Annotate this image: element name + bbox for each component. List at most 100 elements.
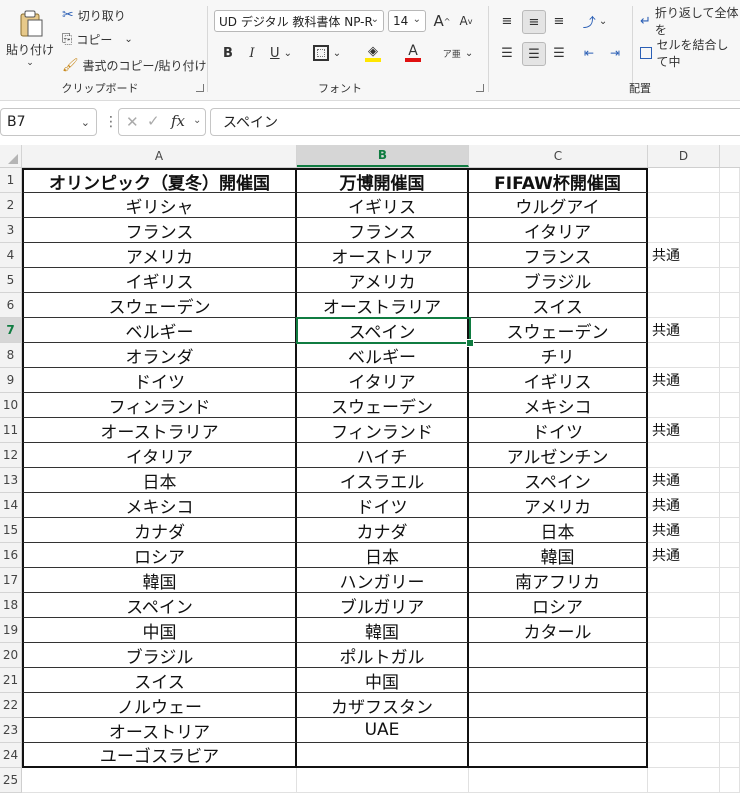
cell-A25[interactable] — [22, 768, 297, 793]
cell-C18[interactable]: ロシア — [469, 593, 648, 618]
align-center-button[interactable]: ☰ — [522, 42, 546, 66]
font-color-button[interactable]: A — [396, 42, 430, 64]
cell-A17[interactable]: 韓国 — [22, 568, 297, 593]
cell-E17[interactable] — [720, 568, 740, 593]
cell-D8[interactable] — [648, 343, 720, 368]
cell-A15[interactable]: カナダ — [22, 518, 297, 543]
merge-center-button[interactable]: セルを結合して中 — [640, 38, 740, 69]
cell-D1[interactable] — [648, 168, 720, 193]
cell-A3[interactable]: フランス — [22, 218, 297, 243]
column-header-b[interactable]: B — [297, 145, 469, 167]
cell-D4[interactable]: 共通 — [648, 243, 720, 268]
cell-B24[interactable] — [297, 743, 469, 768]
align-top-button[interactable]: ≡ — [496, 10, 518, 32]
cell-A9[interactable]: ドイツ — [22, 368, 297, 393]
cell-D10[interactable] — [648, 393, 720, 418]
cell-E23[interactable] — [720, 718, 740, 743]
row-header[interactable]: 16 — [0, 543, 22, 568]
borders-button[interactable]: ⌄ — [310, 42, 344, 64]
cell-A2[interactable]: ギリシャ — [22, 193, 297, 218]
decrease-indent-button[interactable]: ⇤ — [578, 42, 600, 64]
cell-B8[interactable]: ベルギー — [297, 343, 469, 368]
cell-B6[interactable]: オーストラリア — [297, 293, 469, 318]
cell-A16[interactable]: ロシア — [22, 543, 297, 568]
cell-A19[interactable]: 中国 — [22, 618, 297, 643]
cell-D22[interactable] — [648, 693, 720, 718]
row-header[interactable]: 2 — [0, 193, 22, 218]
cell-B3[interactable]: フランス — [297, 218, 469, 243]
enter-icon[interactable]: ✓ — [147, 112, 160, 130]
cell-C5[interactable]: ブラジル — [469, 268, 648, 293]
cell-B12[interactable]: ハイチ — [297, 443, 469, 468]
cell-E9[interactable] — [720, 368, 740, 393]
row-header[interactable]: 10 — [0, 393, 22, 418]
column-header-e[interactable] — [720, 145, 740, 167]
cell-B4[interactable]: オーストリア — [297, 243, 469, 268]
cell-E11[interactable] — [720, 418, 740, 443]
cell-D17[interactable] — [648, 568, 720, 593]
cell-D12[interactable] — [648, 443, 720, 468]
cell-D13[interactable]: 共通 — [648, 468, 720, 493]
cell-B21[interactable]: 中国 — [297, 668, 469, 693]
row-header[interactable]: 21 — [0, 668, 22, 693]
cell-A7[interactable]: ベルギー — [22, 318, 297, 343]
cell-C20[interactable] — [469, 643, 648, 668]
fill-color-button[interactable]: ◈ — [356, 42, 390, 64]
column-header-a[interactable]: A — [22, 145, 297, 167]
cell-C10[interactable]: メキシコ — [469, 393, 648, 418]
cell-E8[interactable] — [720, 343, 740, 368]
cell-D14[interactable]: 共通 — [648, 493, 720, 518]
cell-A21[interactable]: スイス — [22, 668, 297, 693]
cell-D24[interactable] — [648, 743, 720, 768]
cancel-icon[interactable]: ✕ — [126, 113, 139, 131]
cell-E13[interactable] — [720, 468, 740, 493]
row-header[interactable]: 25 — [0, 768, 22, 793]
row-header[interactable]: 6 — [0, 293, 22, 318]
cell-D23[interactable] — [648, 718, 720, 743]
row-header[interactable]: 13 — [0, 468, 22, 493]
cell-A13[interactable]: 日本 — [22, 468, 297, 493]
row-header[interactable]: 4 — [0, 243, 22, 268]
formula-input[interactable]: スペイン — [210, 108, 740, 136]
row-header[interactable]: 3 — [0, 218, 22, 243]
cell-C9[interactable]: イギリス — [469, 368, 648, 393]
row-header[interactable]: 15 — [0, 518, 22, 543]
insert-function-icon[interactable]: fx — [171, 112, 185, 130]
row-header[interactable]: 11 — [0, 418, 22, 443]
cell-D19[interactable] — [648, 618, 720, 643]
cell-C13[interactable]: スペイン — [469, 468, 648, 493]
row-header[interactable]: 1 — [0, 168, 22, 193]
cell-E7[interactable] — [720, 318, 740, 343]
row-header[interactable]: 12 — [0, 443, 22, 468]
cell-A11[interactable]: オーストラリア — [22, 418, 297, 443]
cell-A18[interactable]: スペイン — [22, 593, 297, 618]
cell-E2[interactable] — [720, 193, 740, 218]
phonetic-button[interactable]: ア亜 ⌄ — [442, 42, 474, 64]
cell-B7[interactable]: スペイン — [297, 318, 469, 343]
cell-E15[interactable] — [720, 518, 740, 543]
increase-indent-button[interactable]: ⇥ — [604, 42, 626, 64]
row-header[interactable]: 17 — [0, 568, 22, 593]
cell-D6[interactable] — [648, 293, 720, 318]
cell-C6[interactable]: スイス — [469, 293, 648, 318]
cell-E21[interactable] — [720, 668, 740, 693]
cell-E22[interactable] — [720, 693, 740, 718]
cell-C17[interactable]: 南アフリカ — [469, 568, 648, 593]
row-header[interactable]: 14 — [0, 493, 22, 518]
cut-button[interactable]: ✂ 切り取り — [62, 6, 126, 24]
wrap-text-button[interactable]: ↵ 折り返して全体を — [640, 6, 740, 37]
italic-button[interactable]: I — [242, 42, 262, 64]
column-header-d[interactable]: D — [648, 145, 720, 167]
bold-button[interactable]: B — [218, 42, 238, 64]
cell-E6[interactable] — [720, 293, 740, 318]
cell-E19[interactable] — [720, 618, 740, 643]
cell-E18[interactable] — [720, 593, 740, 618]
cell-C1[interactable]: FIFAW杯開催国 — [469, 168, 648, 193]
cell-A1[interactable]: オリンピック（夏冬）開催国 — [22, 168, 297, 193]
cell-D11[interactable]: 共通 — [648, 418, 720, 443]
cell-C14[interactable]: アメリカ — [469, 493, 648, 518]
cell-E20[interactable] — [720, 643, 740, 668]
copy-button[interactable]: ⎘ コピー ⌄ — [62, 30, 133, 48]
cell-E10[interactable] — [720, 393, 740, 418]
cell-A5[interactable]: イギリス — [22, 268, 297, 293]
